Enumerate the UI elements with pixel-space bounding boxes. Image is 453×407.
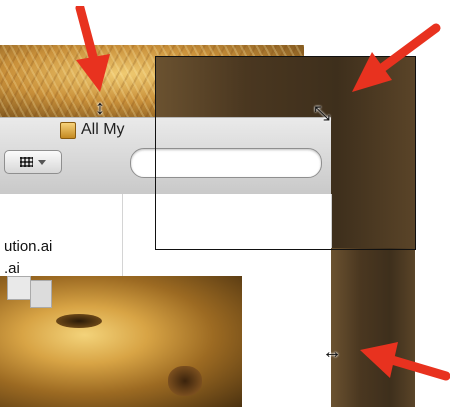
resize-horizontal-cursor: ↔ xyxy=(322,341,342,363)
thumbnail-tab[interactable] xyxy=(7,276,31,300)
red-arrow-top-left xyxy=(75,6,110,92)
file-name: .ai xyxy=(4,260,20,274)
file-row[interactable]: .ai xyxy=(4,260,20,274)
view-options-button[interactable] xyxy=(4,150,62,174)
red-arrow-top-right xyxy=(352,23,441,92)
thumbnail-tab[interactable] xyxy=(30,280,52,308)
window-title-area: All My xyxy=(60,119,125,141)
document-stack-icon xyxy=(60,121,76,139)
resize-vertical-cursor: ↕ xyxy=(95,97,105,119)
sidebar-divider xyxy=(122,194,123,276)
window-title: All My xyxy=(81,121,125,138)
grid-view-icon xyxy=(20,157,33,167)
red-arrow-bottom-right xyxy=(360,342,450,381)
resize-diagonal-cursor: ⤡ xyxy=(314,103,330,125)
lion-eye xyxy=(56,314,102,328)
file-row[interactable]: ution.ai xyxy=(4,238,52,255)
file-name: ution.ai xyxy=(4,238,53,255)
lion-nose xyxy=(168,366,202,396)
chevron-down-icon xyxy=(38,159,46,165)
